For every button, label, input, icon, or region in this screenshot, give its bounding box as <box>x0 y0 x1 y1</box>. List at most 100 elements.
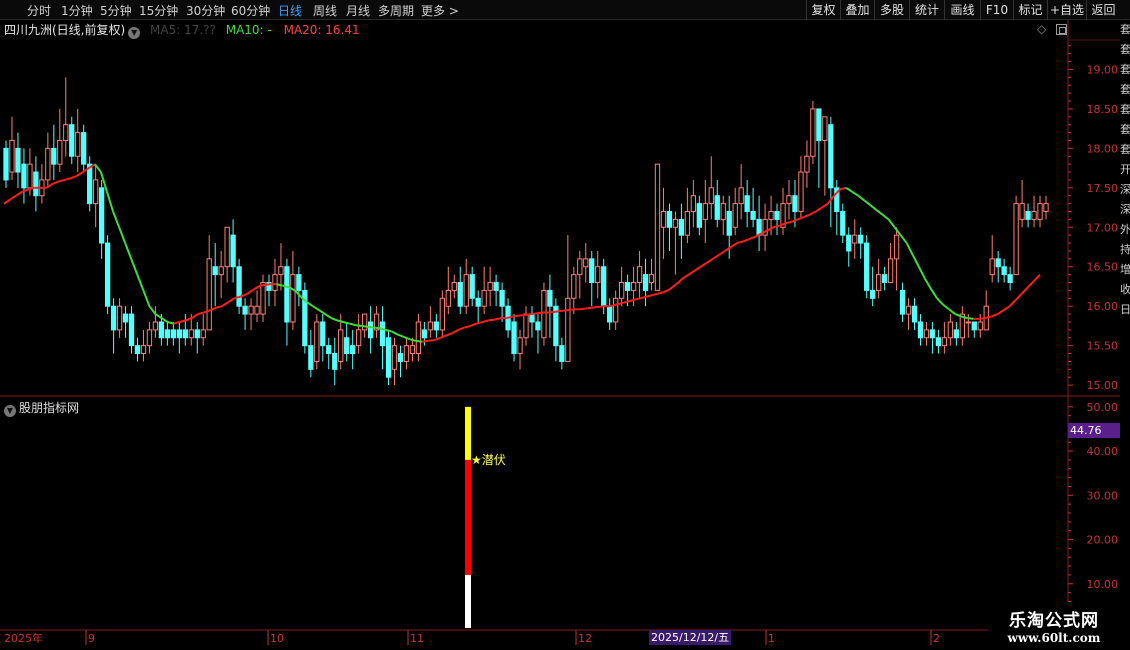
side-strip-glyph: 套 <box>1120 103 1130 116</box>
candle-body <box>565 297 571 362</box>
candle-body <box>218 266 224 276</box>
ma20-segment <box>724 246 732 252</box>
ma20-segment <box>712 254 720 260</box>
candle-body <box>947 321 954 339</box>
ma20-segment <box>512 314 520 318</box>
ma20-segment <box>415 339 423 343</box>
candle-body <box>702 203 708 220</box>
side-strip-glyph: 收 <box>1120 283 1130 296</box>
candle-body <box>989 258 995 276</box>
candle-body <box>726 211 732 236</box>
side-strip-glyph: 套 <box>1120 63 1130 76</box>
candle-body <box>487 282 493 291</box>
candle-body <box>858 234 864 244</box>
ma20-segment <box>306 301 314 308</box>
ma20-segment <box>857 194 865 202</box>
ma20-segment <box>530 312 538 316</box>
y-tick-label: 16.00 <box>1087 300 1119 313</box>
candle-body <box>415 321 422 355</box>
candle-body <box>3 147 9 181</box>
ma20-segment <box>367 325 374 329</box>
chart-canvas[interactable]: 15.00 15.50 16.00 16.50 17.00 17.50 18.00 18.50… <box>0 0 1130 650</box>
candle-body <box>804 155 810 173</box>
candle-body <box>828 124 834 189</box>
ma20-segment <box>148 305 157 315</box>
candle-body <box>146 329 153 347</box>
candle-body <box>409 345 416 355</box>
ma20-segment <box>494 317 502 321</box>
candle-body <box>822 116 828 141</box>
candle-body <box>648 274 655 284</box>
candle-body <box>642 274 649 291</box>
ma20-segment <box>1008 299 1017 307</box>
side-strip-glyph: 深 <box>1120 203 1130 216</box>
ma20-segment <box>742 238 750 243</box>
candle-body <box>93 179 99 205</box>
candle-body <box>116 305 123 331</box>
candle-body <box>744 195 750 213</box>
candle-body <box>732 203 738 228</box>
candle-body <box>21 163 27 189</box>
last-value-badge: 44.76 <box>1068 423 1120 438</box>
candle-body <box>971 321 977 331</box>
ma20-segment <box>658 291 665 295</box>
candle-body <box>696 203 702 228</box>
ma20-segment <box>875 209 884 216</box>
candle-body <box>636 266 643 284</box>
candle-body <box>248 305 254 315</box>
candle-body <box>905 305 912 315</box>
side-strip-glyph: 套 <box>1120 43 1130 56</box>
ind-y-tick-label: 30.00 <box>1087 489 1119 502</box>
ind-y-tick-label: 20.00 <box>1087 534 1119 547</box>
candle-body <box>792 195 798 213</box>
ma20-segment <box>106 191 115 212</box>
ma20-segment <box>979 317 986 320</box>
ma20-segment <box>845 186 853 193</box>
candle-body <box>272 274 278 291</box>
candle-body <box>379 321 386 347</box>
x-month-label: 2 <box>933 632 940 645</box>
ma20-segment <box>439 334 447 339</box>
candle-body <box>278 266 284 276</box>
candle-body <box>332 353 338 370</box>
candle-body <box>607 305 613 323</box>
candle-body <box>254 305 260 315</box>
ma20-segment <box>403 336 411 341</box>
candle-body <box>571 274 577 299</box>
signal-bar-white <box>465 574 471 628</box>
ma20-segment <box>336 319 344 323</box>
ma20-segment <box>803 213 811 218</box>
ma20-segment <box>851 190 859 197</box>
ma20-segment <box>815 206 823 213</box>
ma20-segment <box>397 333 405 338</box>
candle-body <box>810 108 816 157</box>
ma20-segment <box>682 273 690 280</box>
ma20-segment <box>227 297 235 304</box>
ma20-segment <box>537 311 544 315</box>
candle-body <box>690 195 697 213</box>
candle-body <box>421 329 428 339</box>
ma20-segment <box>318 309 326 315</box>
ma20-segment <box>669 283 678 290</box>
candle-body <box>439 297 445 331</box>
x-month-label: 9 <box>88 632 95 645</box>
side-strip-glyph: 套 <box>1120 143 1130 156</box>
candle-body <box>995 258 1001 268</box>
candle-body <box>630 282 637 291</box>
candle-body <box>212 266 218 276</box>
ma20-segment <box>754 232 762 238</box>
ma20-segment <box>633 297 641 301</box>
ma20-segment <box>409 338 417 342</box>
candle-body <box>296 274 302 291</box>
candle-body <box>846 234 852 252</box>
ma20-segment <box>936 297 944 306</box>
candle-body <box>170 329 177 339</box>
ma20-segment <box>221 301 229 308</box>
ma20-segment <box>76 171 84 177</box>
ma20-segment <box>663 287 671 293</box>
ma20-segment <box>64 177 71 181</box>
ma20-segment <box>136 274 145 291</box>
signal-label: ★潜伏 <box>471 453 506 467</box>
ma20-segment <box>373 326 380 330</box>
ma20-segment <box>706 258 714 264</box>
